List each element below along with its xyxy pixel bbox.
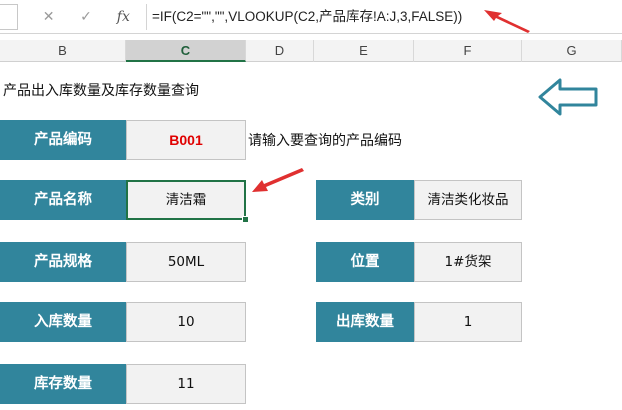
column-header-d[interactable]: D (246, 40, 314, 62)
label-location: 位置 (316, 242, 414, 282)
location-cell[interactable]: 1#货架 (414, 242, 522, 282)
label-stock-qty: 库存数量 (0, 364, 126, 404)
column-header-f[interactable]: F (414, 40, 522, 62)
label-product-name: 产品名称 (0, 180, 126, 220)
stock-qty-cell[interactable]: 11 (126, 364, 246, 404)
column-header-c[interactable]: C (126, 40, 246, 62)
category-cell[interactable]: 清洁类化妆品 (414, 180, 522, 220)
product-spec-cell[interactable]: 50ML (126, 242, 246, 282)
product-code-cell[interactable]: B001 (126, 120, 246, 160)
left-arrow-icon (538, 78, 598, 116)
cancel-icon[interactable]: ✕ (35, 9, 63, 25)
outbound-qty-cell[interactable]: 1 (414, 302, 522, 342)
fill-handle[interactable] (242, 216, 249, 223)
column-header-b[interactable]: B (0, 40, 126, 62)
formula-separator (146, 4, 147, 30)
annotation-arrow-formula-icon (484, 10, 530, 33)
sheet-title: 产品出入库数量及库存数量查询 (3, 83, 199, 99)
inbound-qty-cell[interactable]: 10 (126, 302, 246, 342)
formula-input[interactable]: =IF(C2="","",VLOOKUP(C2,产品库存!A:J,3,FALSE… (152, 4, 462, 30)
label-product-code: 产品编码 (0, 120, 126, 160)
label-inbound-qty: 入库数量 (0, 302, 126, 342)
enter-icon[interactable]: ✓ (72, 9, 100, 25)
column-header-g[interactable]: G (522, 40, 622, 62)
column-header-e[interactable]: E (314, 40, 414, 62)
column-header-row: B C D E F G (0, 40, 622, 62)
name-box-stub[interactable] (0, 4, 18, 30)
fx-icon[interactable]: fx (109, 9, 137, 25)
product-name-cell[interactable]: 清洁霜 (126, 180, 246, 220)
annotation-arrow-cell-icon (252, 168, 304, 192)
label-outbound-qty: 出库数量 (316, 302, 414, 342)
label-category: 类别 (316, 180, 414, 220)
input-hint: 请输入要查询的产品编码 (248, 133, 402, 149)
label-product-spec: 产品规格 (0, 242, 126, 282)
formula-buttons: ✕ ✓ fx (30, 4, 142, 30)
